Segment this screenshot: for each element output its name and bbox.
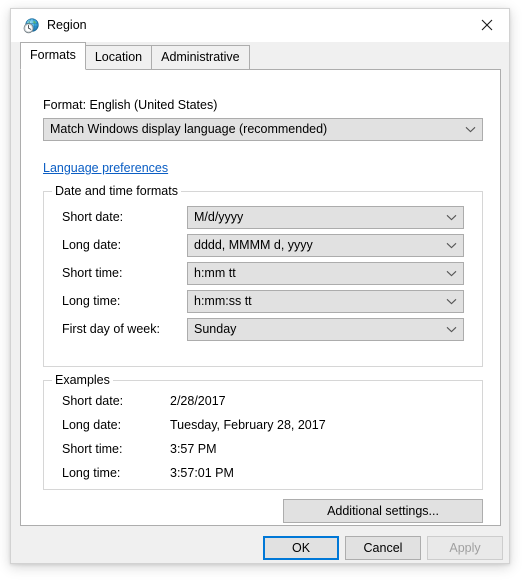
example-short-date-value: 2/28/2017 (170, 394, 226, 408)
example-long-time-label: Long time: (62, 466, 121, 480)
first-day-of-week-select[interactable]: Sunday (187, 318, 464, 341)
chevron-down-icon (446, 291, 457, 312)
apply-button: Apply (427, 536, 503, 560)
example-short-time-label: Short time: (62, 442, 123, 456)
cancel-button-label: Cancel (363, 541, 403, 555)
formats-tab-page: Format: English (United States) Match Wi… (20, 69, 501, 526)
region-globe-clock-icon (23, 18, 39, 34)
chevron-down-icon (446, 263, 457, 284)
first-day-of-week-value: Sunday (194, 322, 237, 336)
ok-button-label: OK (291, 541, 311, 555)
long-time-value: h:mm:ss tt (194, 294, 252, 308)
example-long-date-value: Tuesday, February 28, 2017 (170, 418, 326, 432)
close-icon[interactable] (465, 9, 509, 40)
tab-location[interactable]: Location (84, 45, 153, 70)
first-day-of-week-label: First day of week: (62, 322, 160, 336)
region-dialog-window: Region Formats Location Administrative F… (10, 8, 510, 564)
chevron-down-icon (446, 235, 457, 256)
date-time-formats-group-title: Date and time formats (52, 184, 181, 198)
long-time-label: Long time: (62, 294, 121, 308)
examples-group: Examples Short date: 2/28/2017 Long date… (43, 373, 483, 490)
tab-strip: Formats Location Administrative (20, 42, 250, 70)
short-date-select[interactable]: M/d/yyyy (187, 206, 464, 229)
long-date-select[interactable]: dddd, MMMM d, yyyy (187, 234, 464, 257)
example-short-time-value: 3:57 PM (170, 442, 217, 456)
short-time-value: h:mm tt (194, 266, 236, 280)
examples-group-title: Examples (52, 373, 113, 387)
tab-location-label: Location (94, 50, 143, 64)
example-long-time-value: 3:57:01 PM (170, 466, 234, 480)
additional-settings-button[interactable]: Additional settings... (283, 499, 483, 523)
ok-button[interactable]: OK (263, 536, 339, 560)
long-date-label: Long date: (62, 238, 122, 252)
format-select-value: Match Windows display language (recommen… (50, 122, 328, 136)
chevron-down-icon (446, 207, 457, 228)
short-date-label: Short date: (62, 210, 124, 224)
tab-formats-label: Formats (30, 48, 76, 62)
window-title: Region (47, 18, 87, 32)
title-bar: Region (11, 9, 509, 42)
format-label: Format: English (United States) (43, 98, 218, 112)
short-time-label: Short time: (62, 266, 123, 280)
format-select[interactable]: Match Windows display language (recommen… (43, 118, 483, 141)
chevron-down-icon (465, 119, 476, 140)
chevron-down-icon (446, 319, 457, 340)
short-date-value: M/d/yyyy (194, 210, 244, 224)
cancel-button[interactable]: Cancel (345, 536, 421, 560)
tab-administrative-label: Administrative (161, 50, 240, 64)
additional-settings-button-label: Additional settings... (327, 504, 439, 518)
language-preferences-link[interactable]: Language preferences (43, 161, 168, 175)
example-long-date-label: Long date: (62, 418, 122, 432)
example-short-date-label: Short date: (62, 394, 124, 408)
short-time-select[interactable]: h:mm tt (187, 262, 464, 285)
long-time-select[interactable]: h:mm:ss tt (187, 290, 464, 313)
tab-administrative[interactable]: Administrative (151, 45, 250, 70)
long-date-value: dddd, MMMM d, yyyy (194, 238, 313, 252)
date-time-formats-group: Date and time formats Short date: M/d/yy… (43, 184, 483, 367)
tab-formats[interactable]: Formats (20, 42, 86, 70)
apply-button-label: Apply (449, 541, 481, 555)
